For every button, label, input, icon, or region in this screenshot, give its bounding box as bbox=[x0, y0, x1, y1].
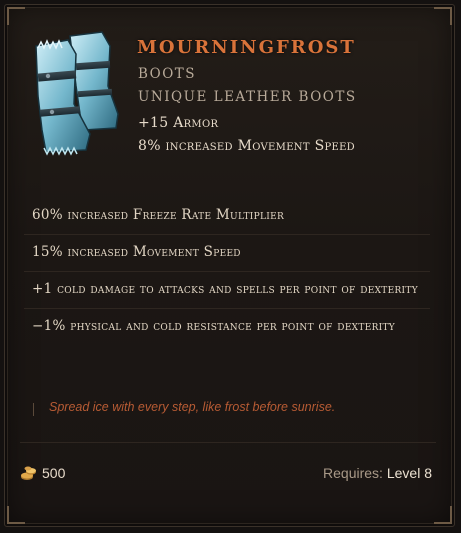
flavor-text: Spread ice with every step, like frost b… bbox=[49, 400, 336, 414]
flavor-text-block: Spread ice with every step, like frost b… bbox=[33, 400, 449, 416]
implicit-stat: 8% increased Movement Speed bbox=[138, 138, 356, 154]
affix-stat: 15% increased Movement Speed bbox=[24, 235, 430, 272]
requires-label: Requires: bbox=[323, 465, 383, 481]
flavor-divider bbox=[33, 403, 34, 416]
gold-coins-icon bbox=[21, 466, 36, 480]
requirement: Requires: Level 8 bbox=[323, 465, 432, 481]
gold-value: 500 bbox=[42, 465, 66, 481]
item-slot: BOOTS bbox=[138, 66, 197, 82]
implicit-stat: +15 Armor bbox=[138, 115, 219, 131]
frost-fur-boots-icon bbox=[35, 31, 119, 156]
item-name: MOURNINGFROST bbox=[137, 37, 356, 58]
affix-stat: +1 cold damage to attacks and spells per… bbox=[24, 272, 430, 309]
sell-value: 500 bbox=[20, 465, 65, 481]
footer-divider bbox=[20, 442, 436, 443]
item-base-type: UNIQUE LEATHER BOOTS bbox=[138, 89, 357, 105]
affix-stat: −1% physical and cold resistance per poi… bbox=[32, 318, 396, 334]
frame-corner bbox=[434, 7, 452, 25]
frame-corner bbox=[7, 506, 25, 524]
frame-corner bbox=[7, 7, 25, 25]
frame-corner bbox=[434, 506, 452, 524]
affix-stat: 60% increased Freeze Rate Multiplier bbox=[24, 198, 430, 235]
affix-list: 60% increased Freeze Rate Multiplier 15%… bbox=[24, 198, 430, 345]
requires-value: Level 8 bbox=[386, 465, 432, 481]
